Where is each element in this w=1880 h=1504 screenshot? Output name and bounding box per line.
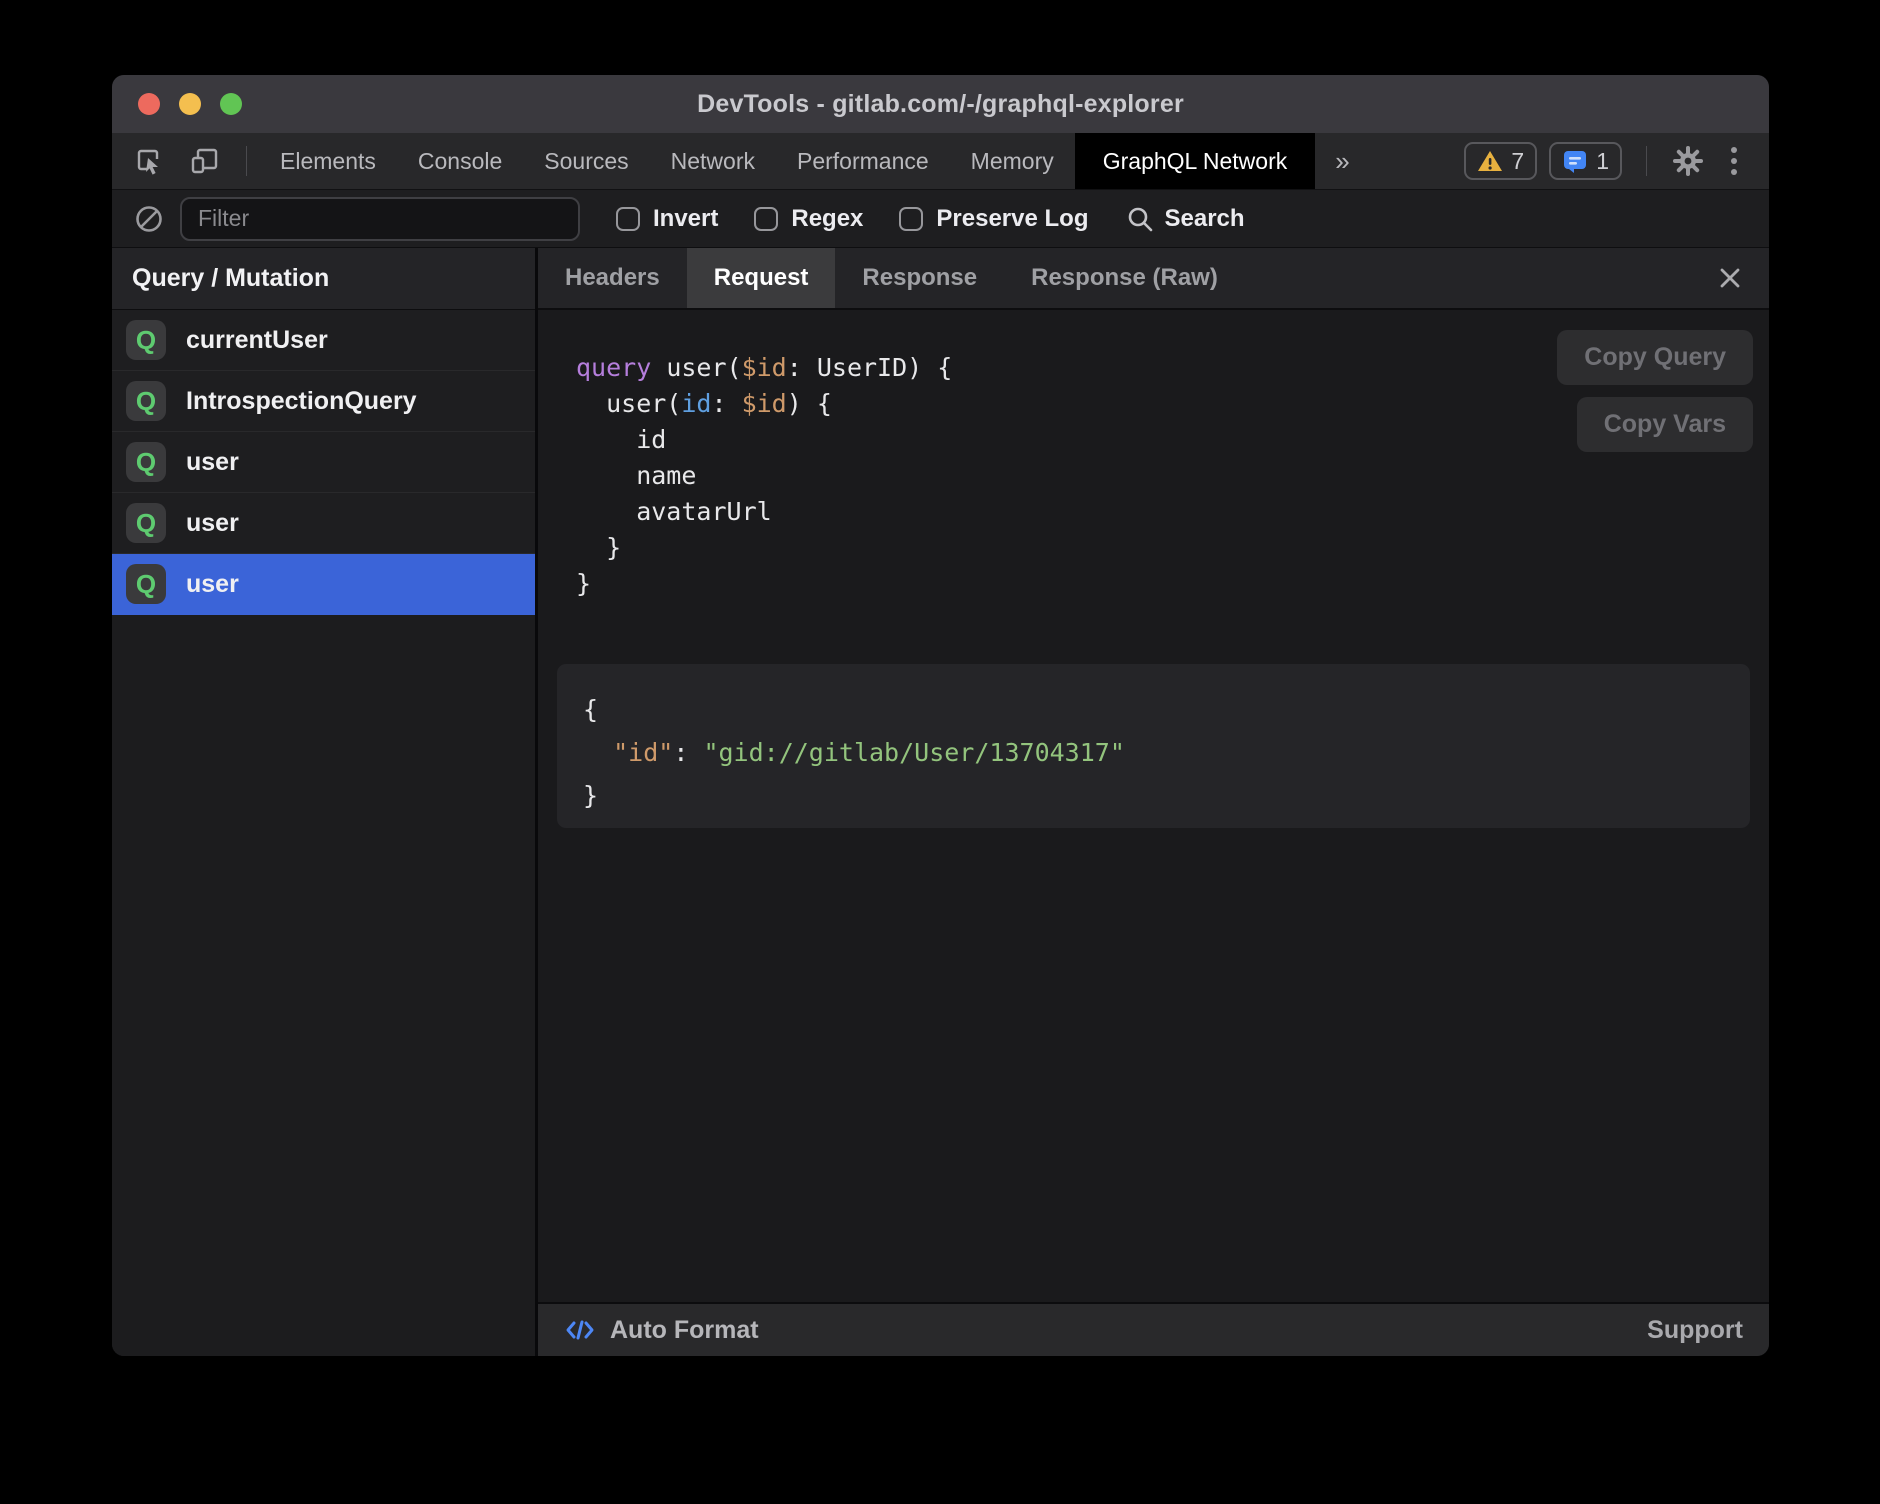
copy-query-button[interactable]: Copy Query (1557, 330, 1753, 385)
query-row-label: user (186, 570, 239, 599)
query-row-label: IntrospectionQuery (186, 387, 417, 416)
preserve-log-label: Preserve Log (936, 205, 1088, 233)
tab-sources[interactable]: Sources (523, 133, 649, 189)
close-icon (1717, 265, 1743, 291)
support-link[interactable]: Support (1647, 1316, 1743, 1345)
tab-request[interactable]: Request (687, 248, 836, 308)
query-type-badge: Q (126, 564, 166, 604)
query-row-user-2[interactable]: Q user (112, 493, 535, 554)
query-row-user-1[interactable]: Q user (112, 432, 535, 493)
minimize-window-button[interactable] (179, 93, 201, 115)
inspect-element-button[interactable] (112, 133, 176, 189)
preserve-log-checkbox[interactable]: Preserve Log (899, 205, 1088, 233)
issues-message-icon (1562, 149, 1588, 173)
query-row-user-3-selected[interactable]: Q user (112, 554, 535, 615)
tab-memory[interactable]: Memory (950, 133, 1075, 189)
toolbar-right-group: 7 1 (1464, 133, 1769, 189)
menu-button[interactable] (1717, 133, 1751, 189)
regex-checkbox[interactable]: Regex (754, 205, 863, 233)
close-detail-button[interactable] (1691, 248, 1769, 308)
checkbox-box (616, 207, 640, 231)
tab-response[interactable]: Response (835, 248, 1004, 308)
search-toggle[interactable]: Search (1126, 205, 1244, 233)
copy-vars-button[interactable]: Copy Vars (1577, 397, 1753, 452)
query-row-label: user (186, 448, 239, 477)
main-area: Query / Mutation Q currentUser Q Introsp… (112, 248, 1769, 1356)
filter-toolbar: Invert Regex Preserve Log Search (112, 190, 1769, 248)
device-toolbar-icon (188, 145, 222, 177)
invert-checkbox[interactable]: Invert (616, 205, 718, 233)
close-window-button[interactable] (138, 93, 160, 115)
checkbox-box (899, 207, 923, 231)
auto-format-button[interactable]: Auto Format (564, 1316, 759, 1345)
warnings-count: 7 (1511, 148, 1524, 175)
window-title: DevTools - gitlab.com/-/graphql-explorer (697, 90, 1184, 119)
query-type-badge: Q (126, 381, 166, 421)
tab-graphql-network[interactable]: GraphQL Network (1075, 133, 1316, 189)
query-row-label: user (186, 509, 239, 538)
tab-response-raw[interactable]: Response (Raw) (1004, 248, 1245, 308)
detail-tab-bar: Headers Request Response Response (Raw) (538, 248, 1769, 310)
inspect-cursor-icon (132, 145, 164, 177)
toolbar-separator (1646, 146, 1647, 176)
invert-label: Invert (653, 205, 718, 233)
traffic-lights (138, 93, 242, 115)
query-row-label: currentUser (186, 326, 328, 355)
query-type-badge: Q (126, 442, 166, 482)
query-row-currentUser[interactable]: Q currentUser (112, 310, 535, 371)
block-icon (134, 204, 164, 234)
sidebar-header: Query / Mutation (112, 248, 535, 310)
gear-icon (1671, 144, 1705, 178)
warning-icon (1477, 149, 1503, 173)
issues-badge[interactable]: 1 (1549, 142, 1622, 180)
query-variables-box: { "id": "gid://gitlab/User/13704317" } (557, 664, 1750, 828)
query-type-badge: Q (126, 320, 166, 360)
warnings-badge[interactable]: 7 (1464, 142, 1537, 180)
request-content: query user($id: UserID) { user(id: $id) … (538, 310, 1769, 1302)
checkbox-box (754, 207, 778, 231)
search-label: Search (1164, 205, 1244, 233)
tab-console[interactable]: Console (397, 133, 523, 189)
devtools-tab-bar: Elements Console Sources Network Perform… (112, 133, 1769, 190)
code-brackets-icon (564, 1316, 596, 1344)
clear-requests-button[interactable] (112, 204, 164, 234)
tab-network[interactable]: Network (650, 133, 776, 189)
sidebar-empty-space (112, 615, 535, 1356)
tab-elements[interactable]: Elements (259, 133, 397, 189)
tab-headers[interactable]: Headers (538, 248, 687, 308)
search-icon (1126, 205, 1154, 233)
more-tabs-button[interactable]: » (1315, 133, 1369, 189)
devtools-window: DevTools - gitlab.com/-/graphql-explorer… (112, 75, 1769, 1356)
auto-format-label: Auto Format (610, 1316, 759, 1345)
issues-count: 1 (1596, 148, 1609, 175)
query-list-sidebar: Query / Mutation Q currentUser Q Introsp… (112, 248, 538, 1356)
zoom-window-button[interactable] (220, 93, 242, 115)
filter-input[interactable] (180, 197, 580, 241)
detail-panel: Headers Request Response Response (Raw) … (538, 248, 1769, 1356)
tab-performance[interactable]: Performance (776, 133, 950, 189)
regex-label: Regex (791, 205, 863, 233)
toolbar-separator (246, 146, 247, 176)
query-type-badge: Q (126, 503, 166, 543)
copy-buttons-group: Copy Query Copy Vars (1557, 330, 1753, 452)
query-row-introspectionquery[interactable]: Q IntrospectionQuery (112, 371, 535, 432)
title-bar: DevTools - gitlab.com/-/graphql-explorer (112, 75, 1769, 133)
three-dots-vertical-icon (1729, 144, 1739, 178)
settings-button[interactable] (1659, 133, 1717, 189)
panel-footer: Auto Format Support (538, 1302, 1769, 1356)
device-toolbar-button[interactable] (176, 133, 234, 189)
